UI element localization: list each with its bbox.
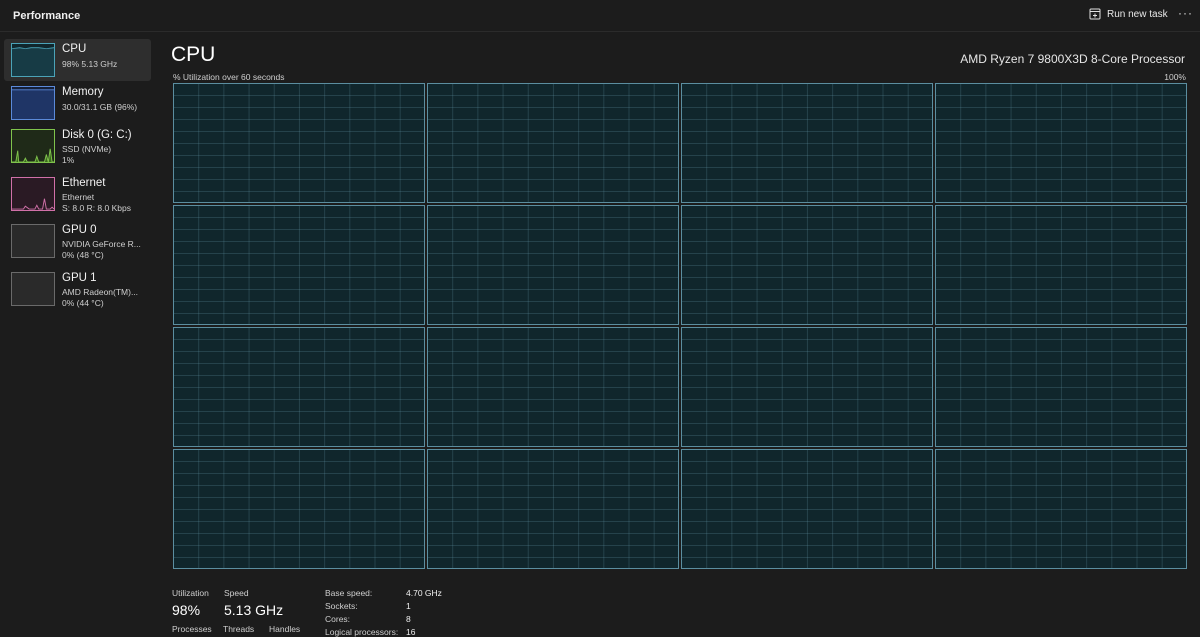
sidebar-item-detail: 30.0/31.1 GB (96%): [62, 102, 138, 112]
spec-label: Logical processors:: [325, 627, 399, 637]
logical-processor-graph: [427, 205, 679, 325]
logical-processor-graph: [935, 449, 1187, 569]
sidebar-item-detail: AMD Radeon(TM)...: [62, 287, 139, 297]
ethernet-graph-thumbnail: [11, 177, 55, 211]
sidebar-item-label: Memory: [62, 86, 104, 98]
sidebar-item-label: GPU 1: [62, 272, 97, 284]
gpu-graph-thumbnail: [11, 272, 55, 306]
sidebar-item-detail: 1%: [62, 155, 75, 165]
threads-label: Threads: [223, 624, 255, 634]
utilization-value: 98%: [172, 602, 201, 618]
more-options-icon[interactable]: ···: [1178, 6, 1193, 20]
sidebar-item-ethernet[interactable]: Ethernet Ethernet S: 8.0 R: 8.0 Kbps: [4, 173, 151, 215]
logical-processor-graph: [173, 83, 425, 203]
logical-processor-graph: [681, 327, 933, 447]
spec-label: Base speed:: [325, 588, 373, 598]
sidebar-item-detail: 98% 5.13 GHz: [62, 59, 118, 69]
spec-value: 8: [406, 614, 411, 624]
spec-label: Sockets:: [325, 601, 358, 611]
spec-label: Cores:: [325, 614, 351, 624]
sidebar-item-gpu-1[interactable]: GPU 1 AMD Radeon(TM)... 0% (44 °C): [4, 268, 151, 310]
sidebar: CPU 98% 5.13 GHz Memory 30.0/31.1 GB (96…: [0, 33, 160, 632]
run-new-task-button[interactable]: Run new task: [1089, 8, 1168, 20]
spec-value: 4.70 GHz: [406, 588, 442, 598]
sidebar-item-label: Disk 0 (G: C:): [62, 129, 132, 141]
logical-processor-graph: [427, 83, 679, 203]
sidebar-item-label: Ethernet: [62, 177, 106, 189]
sidebar-item-detail: S: 8.0 R: 8.0 Kbps: [62, 203, 131, 213]
logical-processor-graph: [173, 327, 425, 447]
logical-processor-graph: [935, 327, 1187, 447]
speed-label: Speed: [224, 588, 249, 598]
sidebar-item-disk-0[interactable]: Disk 0 (G: C:) SSD (NVMe) 1%: [4, 125, 151, 167]
cpu-graph-thumbnail: [11, 43, 55, 77]
sidebar-item-detail: Ethernet: [62, 192, 95, 202]
cpu-stats: Utilization 98% Speed 5.13 GHz Processes…: [172, 586, 772, 637]
logical-processor-graph: [681, 205, 933, 325]
run-new-task-label: Run new task: [1107, 8, 1168, 20]
logical-processor-graphs: [173, 83, 1188, 570]
sidebar-item-cpu[interactable]: CPU 98% 5.13 GHz: [4, 39, 151, 81]
graph-caption: % Utilization over 60 seconds: [173, 72, 285, 82]
sidebar-item-detail: 0% (44 °C): [62, 298, 104, 308]
logical-processor-graph: [681, 449, 933, 569]
processes-label: Processes: [172, 624, 212, 634]
speed-value: 5.13 GHz: [224, 602, 284, 618]
sidebar-item-memory[interactable]: Memory 30.0/31.1 GB (96%): [4, 82, 151, 124]
handles-label: Handles: [269, 624, 301, 634]
logical-processor-graph: [173, 449, 425, 569]
cpu-detail-panel: CPU AMD Ryzen 7 9800X3D 8-Core Processor…: [160, 33, 1200, 637]
sidebar-item-detail: 0% (48 °C): [62, 250, 104, 260]
logical-processor-graph: [681, 83, 933, 203]
logical-processor-graph: [935, 205, 1187, 325]
sidebar-item-gpu-0[interactable]: GPU 0 NVIDIA GeForce R... 0% (48 °C): [4, 220, 151, 262]
memory-graph-thumbnail: [11, 86, 55, 120]
run-task-icon: [1089, 8, 1101, 20]
spec-value: 1: [406, 601, 411, 611]
panel-title: CPU: [171, 43, 216, 66]
gpu-graph-thumbnail: [11, 224, 55, 258]
sidebar-item-detail: NVIDIA GeForce R...: [62, 239, 141, 249]
title-bar: Performance Run new task ···: [0, 0, 1200, 32]
sidebar-item-label: CPU: [62, 43, 87, 55]
logical-processor-graph: [427, 327, 679, 447]
sidebar-item-label: GPU 0: [62, 224, 97, 236]
logical-processor-graph: [173, 205, 425, 325]
spec-value: 16: [406, 627, 416, 637]
disk-graph-thumbnail: [11, 129, 55, 163]
logical-processor-graph: [935, 83, 1187, 203]
sidebar-item-detail: SSD (NVMe): [62, 144, 112, 154]
page-title: Performance: [13, 10, 81, 22]
graph-max-label: 100%: [1164, 72, 1186, 82]
logical-processor-graph: [427, 449, 679, 569]
utilization-label: Utilization: [172, 588, 209, 598]
processor-name: AMD Ryzen 7 9800X3D 8-Core Processor: [960, 52, 1185, 66]
